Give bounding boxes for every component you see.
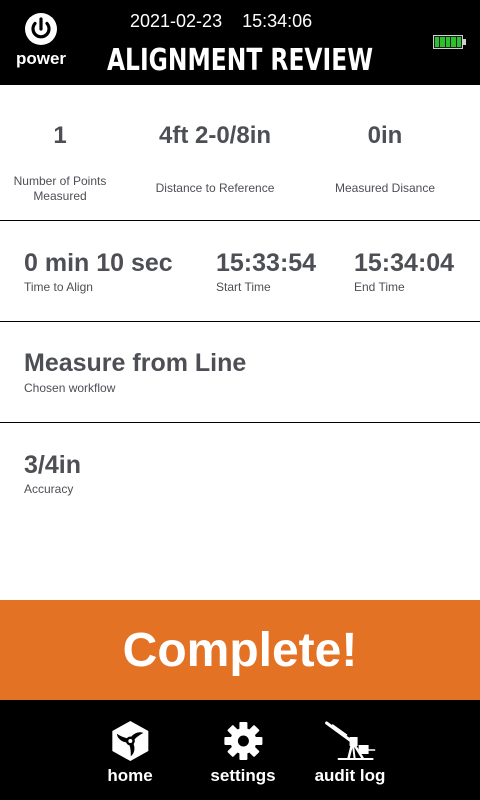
accuracy-label: Accuracy <box>24 482 74 496</box>
time-text: 15:34:06 <box>242 11 313 31</box>
start-time-value: 15:33:54 <box>216 249 317 277</box>
start-time-label: Start Time <box>216 280 271 294</box>
distance-value: 4ft 2-0/8in <box>158 122 272 149</box>
points-label-line1: Number of Points <box>13 174 107 188</box>
header-bar: power 2021-02-23 15:34:06 ALIGNMENT REVIE… <box>0 0 480 85</box>
time-to-align-label: Time to Align <box>24 280 93 294</box>
nav-home[interactable]: home <box>107 720 153 786</box>
workflow-summary: Measure from Line Chosen workflow <box>0 322 480 423</box>
home-icon <box>112 721 148 761</box>
power-icon <box>25 13 57 45</box>
workflow-value: Measure from Line <box>24 349 247 377</box>
workflow-label: Chosen workflow <box>24 381 116 395</box>
datetime: 2021-02-23 15:34:06 <box>130 11 312 32</box>
date-text: 2021-02-23 <box>130 11 223 31</box>
settings-label: settings <box>210 766 276 785</box>
audit-log-icon <box>325 721 376 760</box>
distance-label: Distance to Reference <box>155 181 275 195</box>
measurement-summary: 1 Number of Points Measured 4ft 2-0/8in … <box>0 85 480 221</box>
home-label: home <box>107 766 153 785</box>
end-time-label: End Time <box>354 280 405 294</box>
accuracy-summary: 3/4in Accuracy <box>0 423 480 600</box>
points-label: Number of Points Measured <box>14 174 107 204</box>
bottom-nav: home settings audit log <box>0 700 480 800</box>
nav-audit-log[interactable]: audit log <box>314 720 386 786</box>
points-label-line2: Measured <box>33 189 87 203</box>
complete-button[interactable]: Complete! <box>0 600 480 700</box>
nav-settings[interactable]: settings <box>210 720 276 786</box>
measured-label: Measured Disance <box>334 181 436 195</box>
accuracy-value: 3/4in <box>24 451 81 479</box>
timing-summary: 0 min 10 sec Time to Align 15:33:54 Star… <box>0 221 480 322</box>
time-to-align-value: 0 min 10 sec <box>24 249 173 277</box>
measured-value: 0in <box>367 122 403 149</box>
audit-log-label: audit log <box>314 766 386 785</box>
page-title: ALIGNMENT REVIEW <box>106 43 374 78</box>
gear-icon <box>224 722 262 760</box>
points-value: 1 <box>53 122 67 149</box>
battery-icon <box>433 35 466 49</box>
end-time-value: 15:34:04 <box>354 249 455 277</box>
